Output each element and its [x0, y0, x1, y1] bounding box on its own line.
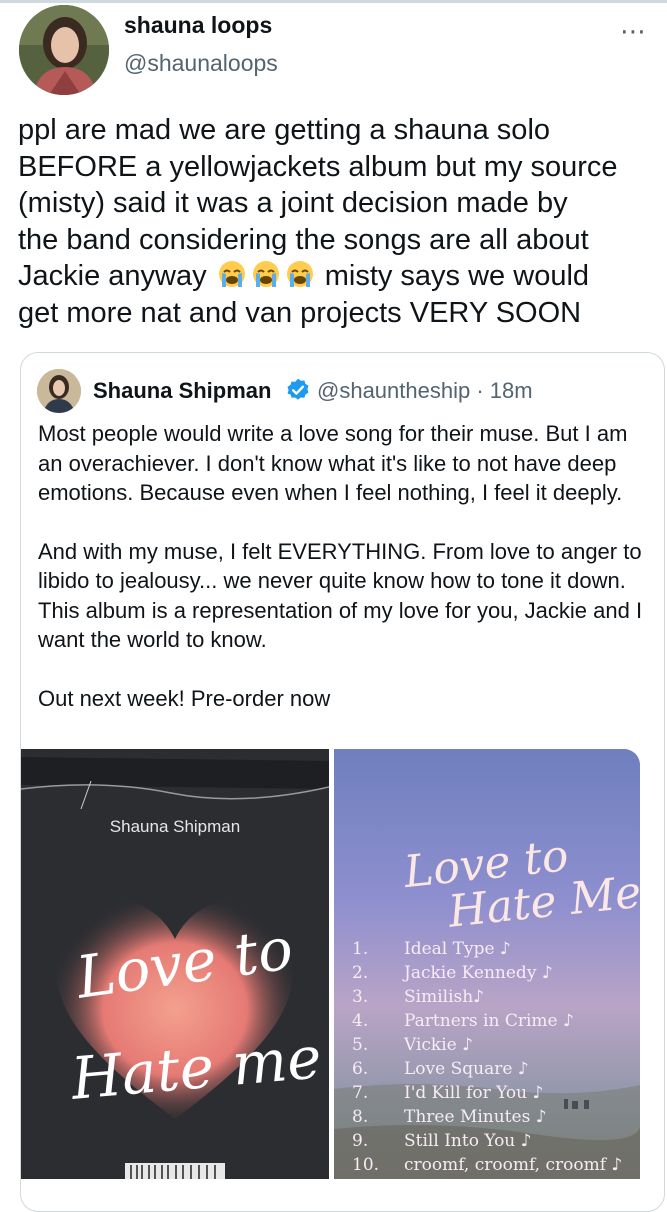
quoted-paragraph: Most people would write a love song for …	[38, 421, 628, 505]
track-title: Ideal Type ♪	[404, 939, 511, 959]
tweet-text-line: get more nat and van projects VERY SOON	[18, 296, 582, 329]
meta-separator: ·	[476, 378, 484, 403]
quoted-author-handle[interactable]: @shauntheship	[317, 378, 470, 403]
cover-artist-name: Shauna Shipman	[109, 817, 241, 836]
tweet-text-line: ppl are mad we are getting a shauna solo	[18, 114, 551, 146]
track-title: Love Square ♪	[404, 1059, 529, 1079]
track-number: 2.	[352, 963, 369, 983]
crying-face-emoji-icon	[218, 261, 245, 287]
author-handle[interactable]: @shaunaloops	[124, 50, 278, 77]
crying-emoji-group	[215, 260, 325, 292]
track-number: 10.	[352, 1155, 380, 1175]
top-divider	[0, 0, 667, 3]
tweet-text-line: BEFORE a yellowjackets album but my sour…	[18, 150, 618, 183]
track-title: Three Minutes ♪	[404, 1107, 547, 1127]
track-title: croomf, croomf, croomf ♪	[404, 1155, 623, 1175]
author-name[interactable]: shauna loops	[124, 12, 272, 39]
quoted-author-avatar[interactable]	[37, 369, 81, 413]
track-item: 1. Ideal Type ♪	[352, 937, 640, 961]
album-cover-image[interactable]: Shauna Shipman Love to Hate me	[21, 749, 329, 1179]
track-title: Jackie Kennedy ♪	[404, 963, 553, 983]
track-item: 3. Similish♪	[352, 985, 640, 1009]
tweet-text-line: the band considering the songs are all a…	[18, 223, 589, 256]
track-number: 5.	[352, 1035, 369, 1055]
quoted-tweet-text: Most people would write a love song for …	[38, 419, 648, 742]
tweet-text-line: Jackie anyway misty says we would	[18, 258, 658, 295]
author-avatar[interactable]	[19, 5, 109, 95]
crying-face-emoji-icon	[286, 261, 313, 287]
track-title: Still Into You ♪	[404, 1131, 532, 1151]
quoted-author-name[interactable]: Shauna Shipman	[93, 378, 271, 404]
track-number: 4.	[352, 1011, 369, 1031]
tweet-text: ppl are mad we are getting a shauna solo…	[18, 112, 658, 331]
crying-face-emoji-icon	[252, 261, 279, 287]
quoted-paragraph: And with my muse, I felt EVERYTHING. Fro…	[38, 538, 643, 653]
track-number: 8.	[352, 1107, 369, 1127]
tweet-text-segment: misty says we would	[324, 260, 590, 292]
quoted-timestamp[interactable]: 18m	[490, 378, 533, 403]
tracklist: 1. Ideal Type ♪ 2. Jackie Kennedy ♪ 3. Simi…	[352, 937, 640, 1177]
track-item: 7. I'd Kill for You ♪	[352, 1081, 640, 1105]
track-number: 9.	[352, 1131, 369, 1151]
track-number: 3.	[352, 987, 369, 1007]
more-options-icon[interactable]: ⋯	[620, 16, 647, 47]
track-item: 5. Vickie ♪	[352, 1033, 640, 1057]
track-number: 6.	[352, 1059, 369, 1079]
track-item: 6. Love Square ♪	[352, 1057, 640, 1081]
track-title: Similish♪	[404, 987, 485, 1007]
track-title: I'd Kill for You ♪	[404, 1083, 544, 1103]
track-item: 9. Still Into You ♪	[352, 1129, 640, 1153]
quoted-meta: @shauntheship · 18m	[317, 378, 533, 404]
track-item: 4. Partners in Crime ♪	[352, 1009, 640, 1033]
verified-badge-icon	[287, 378, 309, 400]
track-title: Vickie ♪	[404, 1035, 473, 1055]
track-number: 1.	[352, 939, 369, 959]
album-tracklist-image[interactable]: Love to Hate Me 1. Ideal Type ♪ 2. Jackie …	[334, 749, 640, 1179]
track-item: 10. croomf, croomf, croomf ♪	[352, 1153, 640, 1177]
tweet-text-segment: Jackie anyway	[18, 260, 207, 292]
track-item: 8. Three Minutes ♪	[352, 1105, 640, 1129]
tweet-text-line: (misty) said it was a joint decision mad…	[18, 187, 568, 219]
track-title: Partners in Crime ♪	[404, 1011, 574, 1031]
quoted-paragraph: Out next week! Pre-order now	[38, 685, 331, 711]
track-item: 2. Jackie Kennedy ♪	[352, 961, 640, 985]
quoted-tweet-card[interactable]: Shauna Shipman @shauntheship · 18m Most …	[20, 352, 665, 1212]
media-grid: Shauna Shipman Love to Hate me Love to H…	[21, 749, 664, 1189]
track-number: 7.	[352, 1083, 369, 1103]
